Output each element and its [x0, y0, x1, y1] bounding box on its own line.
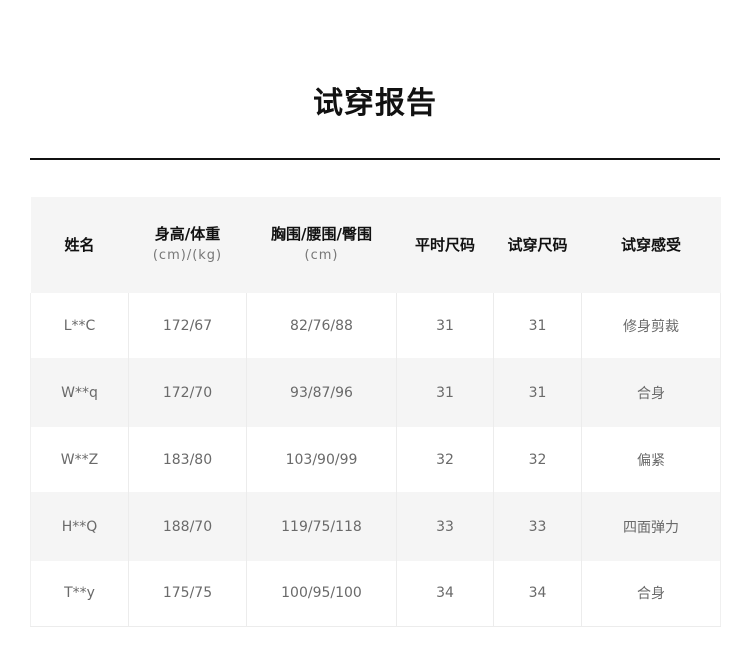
cell-height-weight: 183/80 [128, 427, 247, 492]
header-unit: (cm) [304, 248, 339, 263]
table-header-row: 姓名 身高/体重 (cm)/(kg) 胸围/腰围/臀围 (cm) 平时尺码 试穿… [30, 197, 721, 293]
header-name: 姓名 [30, 197, 129, 293]
cell-height-weight: 172/70 [128, 358, 247, 427]
cell-tried-size: 34 [493, 561, 582, 627]
header-label: 平时尺码 [414, 236, 475, 254]
cell-feeling: 合身 [581, 358, 721, 427]
cell-feeling: 四面弹力 [581, 492, 721, 561]
cell-measurements: 100/95/100 [246, 561, 397, 627]
cell-name: W**Z [30, 427, 129, 492]
title-divider [30, 158, 720, 160]
header-feeling: 试穿感受 [581, 197, 721, 293]
page-title: 试穿报告 [313, 86, 437, 121]
header-label: 姓名 [64, 236, 95, 254]
header-label: 试穿尺码 [507, 236, 568, 254]
cell-usual-size: 33 [396, 492, 494, 561]
cell-measurements: 103/90/99 [246, 427, 397, 492]
cell-feeling: 合身 [581, 561, 721, 627]
cell-measurements: 93/87/96 [246, 358, 397, 427]
cell-name: L**C [30, 293, 129, 358]
cell-name: T**y [30, 561, 129, 627]
table-row: L**C 172/67 82/76/88 31 31 修身剪裁 [30, 293, 721, 358]
cell-usual-size: 31 [396, 358, 494, 427]
cell-name: W**q [30, 358, 129, 427]
cell-measurements: 82/76/88 [246, 293, 397, 358]
cell-usual-size: 34 [396, 561, 494, 627]
table-row: T**y 175/75 100/95/100 34 34 合身 [30, 561, 721, 627]
header-height-weight: 身高/体重 (cm)/(kg) [128, 197, 247, 293]
header-tried-size: 试穿尺码 [493, 197, 582, 293]
cell-height-weight: 175/75 [128, 561, 247, 627]
cell-usual-size: 32 [396, 427, 494, 492]
cell-feeling: 修身剪裁 [581, 293, 721, 358]
cell-name: H**Q [30, 492, 129, 561]
cell-tried-size: 33 [493, 492, 582, 561]
header-usual-size: 平时尺码 [396, 197, 494, 293]
table-row: H**Q 188/70 119/75/118 33 33 四面弹力 [30, 492, 721, 561]
header-label: 胸围/腰围/臀围 [271, 225, 372, 243]
cell-measurements: 119/75/118 [246, 492, 397, 561]
table-row: W**q 172/70 93/87/96 31 31 合身 [30, 358, 721, 427]
cell-tried-size: 31 [493, 293, 582, 358]
header-unit: (cm)/(kg) [152, 248, 223, 263]
cell-height-weight: 188/70 [128, 492, 247, 561]
cell-usual-size: 31 [396, 293, 494, 358]
header-label: 试穿感受 [620, 236, 681, 254]
cell-height-weight: 172/67 [128, 293, 247, 358]
header-label: 身高/体重 [154, 225, 221, 243]
header-measurements: 胸围/腰围/臀围 (cm) [246, 197, 397, 293]
cell-tried-size: 31 [493, 358, 582, 427]
cell-tried-size: 32 [493, 427, 582, 492]
cell-feeling: 偏紧 [581, 427, 721, 492]
table-row: W**Z 183/80 103/90/99 32 32 偏紧 [30, 427, 721, 492]
fitting-report-table: 姓名 身高/体重 (cm)/(kg) 胸围/腰围/臀围 (cm) 平时尺码 试穿… [30, 197, 721, 627]
